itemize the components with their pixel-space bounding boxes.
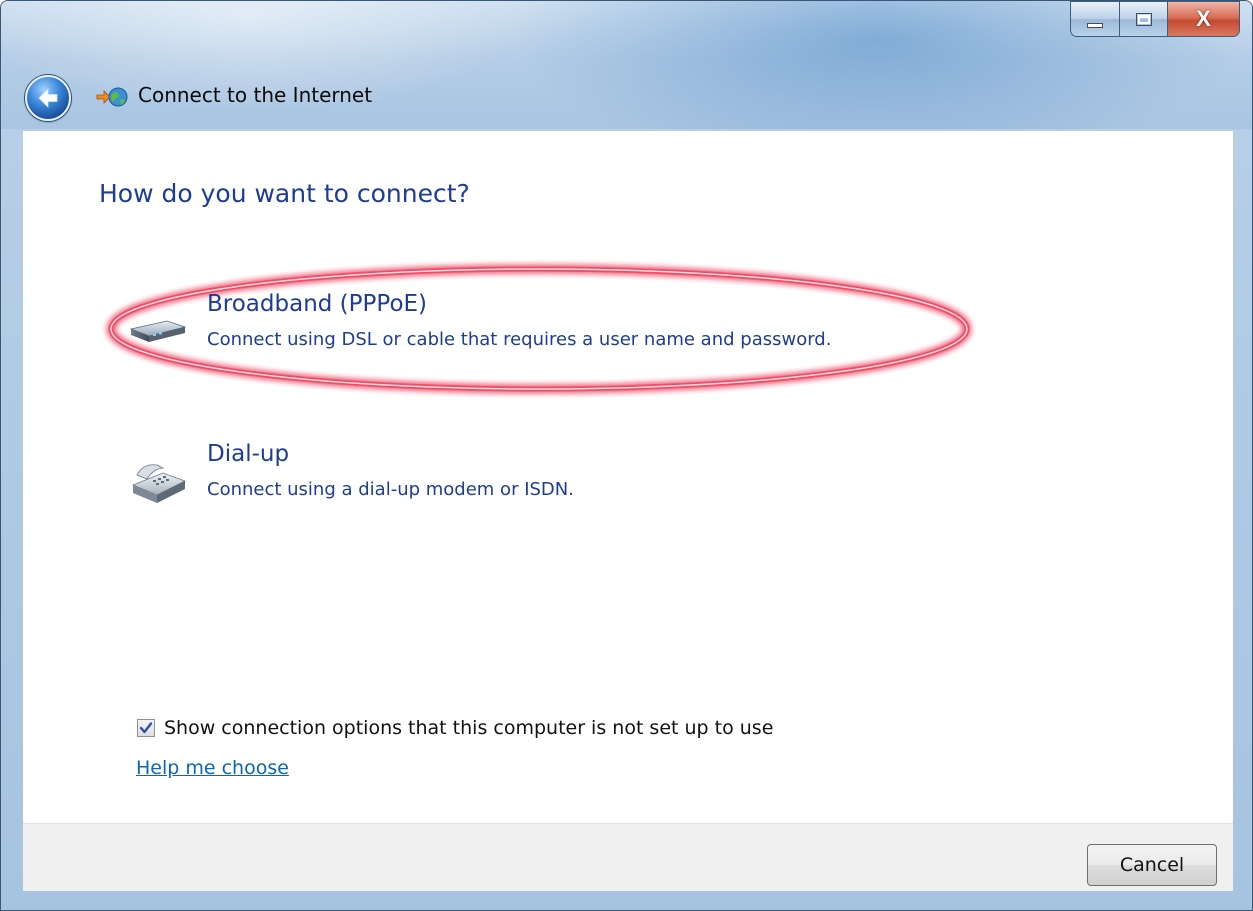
wizard-window: X Connect to the Internet How do you wan…	[0, 0, 1253, 911]
close-button[interactable]: X	[1168, 1, 1240, 37]
page-heading: How do you want to connect?	[99, 179, 470, 208]
cancel-button[interactable]: Cancel	[1087, 844, 1217, 886]
checkmark-icon	[139, 722, 153, 734]
title-bar	[1, 1, 1252, 129]
maximize-icon	[1135, 12, 1152, 26]
show-options-row: Show connection options that this comput…	[137, 717, 773, 739]
minimize-button[interactable]	[1070, 1, 1120, 37]
option-description: Connect using DSL or cable that requires…	[207, 329, 832, 350]
option-title: Dial-up	[207, 441, 290, 467]
footer-bar: Cancel	[23, 823, 1233, 891]
network-globe-icon	[96, 87, 128, 107]
maximize-button[interactable]	[1120, 1, 1168, 37]
option-dialup[interactable]: Dial-up Connect using a dial-up modem or…	[123, 441, 983, 513]
back-button[interactable]	[25, 75, 71, 121]
back-arrow-icon	[38, 88, 58, 108]
option-broadband[interactable]: Broadband (PPPoE) Connect using DSL or c…	[123, 291, 983, 363]
content-area: How do you want to connect? Broadband (P…	[23, 131, 1233, 823]
broadband-modem-icon	[129, 320, 187, 342]
help-me-choose-link[interactable]: Help me choose	[136, 757, 289, 779]
minimize-icon	[1087, 22, 1103, 28]
close-icon: X	[1196, 6, 1211, 31]
show-options-label[interactable]: Show connection options that this comput…	[164, 717, 773, 739]
caption-buttons: X	[1070, 1, 1240, 43]
option-title: Broadband (PPPoE)	[207, 291, 428, 317]
show-options-checkbox[interactable]	[137, 719, 155, 737]
option-description: Connect using a dial-up modem or ISDN.	[207, 479, 574, 500]
window-title: Connect to the Internet	[138, 83, 373, 107]
telephone-modem-icon	[131, 464, 187, 503]
